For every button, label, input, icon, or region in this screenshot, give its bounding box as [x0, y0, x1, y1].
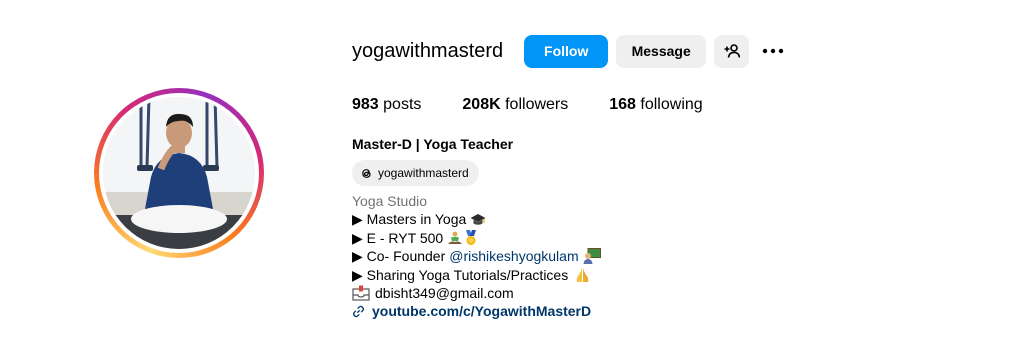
more-options-icon [762, 48, 784, 54]
teacher-icon [583, 248, 601, 265]
link-icon [352, 305, 365, 318]
mention-link[interactable]: @rishikeshyogkulam [449, 247, 578, 265]
followers-stat[interactable]: 208K followers [462, 96, 568, 114]
threads-badge[interactable]: yogawithmasterd [352, 160, 479, 186]
follow-button[interactable]: Follow [524, 34, 609, 68]
story-ring[interactable] [94, 88, 264, 258]
posts-stat: 983 posts [352, 96, 422, 113]
message-button[interactable]: Message [616, 34, 707, 68]
bio-line: ▶ E - RYT 500 [352, 229, 601, 247]
threads-icon [362, 168, 371, 178]
add-user-button[interactable] [714, 34, 750, 68]
profile-stats: 983 posts 208K followers 168 following [352, 96, 744, 114]
add-user-icon [724, 44, 740, 58]
email-address: dbisht349@gmail.com [375, 285, 514, 302]
external-link[interactable]: youtube.com/c/YogawithMasterD [352, 302, 601, 320]
avatar[interactable] [103, 97, 255, 249]
full-name: Master-D | Yoga Teacher [352, 136, 514, 152]
threads-handle: yogawithmasterd [378, 166, 469, 180]
medal-icon [466, 230, 477, 246]
username: yogawithmasterd [352, 39, 504, 62]
graduation-cap-icon [470, 213, 486, 225]
more-options-button[interactable] [761, 39, 785, 63]
link-text[interactable]: youtube.com/c/YogawithMasterD [372, 302, 591, 320]
following-stat[interactable]: 168 following [609, 96, 702, 114]
meditation-icon [448, 231, 463, 244]
avatar-photo [103, 97, 255, 249]
inbox-icon [352, 285, 370, 301]
bio: Yoga Studio ▶ Masters in Yoga ▶ E - RYT … [352, 192, 601, 321]
profile-header: yogawithmasterd Follow Message [352, 34, 785, 68]
bio-line: dbisht349@gmail.com [352, 284, 601, 302]
bio-line: ▶ Masters in Yoga [352, 210, 601, 228]
bio-line: ▶ Sharing Yoga Tutorials/Practices [352, 266, 601, 284]
folded-hands-icon [576, 267, 589, 282]
category-label: Yoga Studio [352, 193, 427, 209]
bio-line: ▶ Co- Founder @rishikeshyogkulam [352, 247, 601, 265]
